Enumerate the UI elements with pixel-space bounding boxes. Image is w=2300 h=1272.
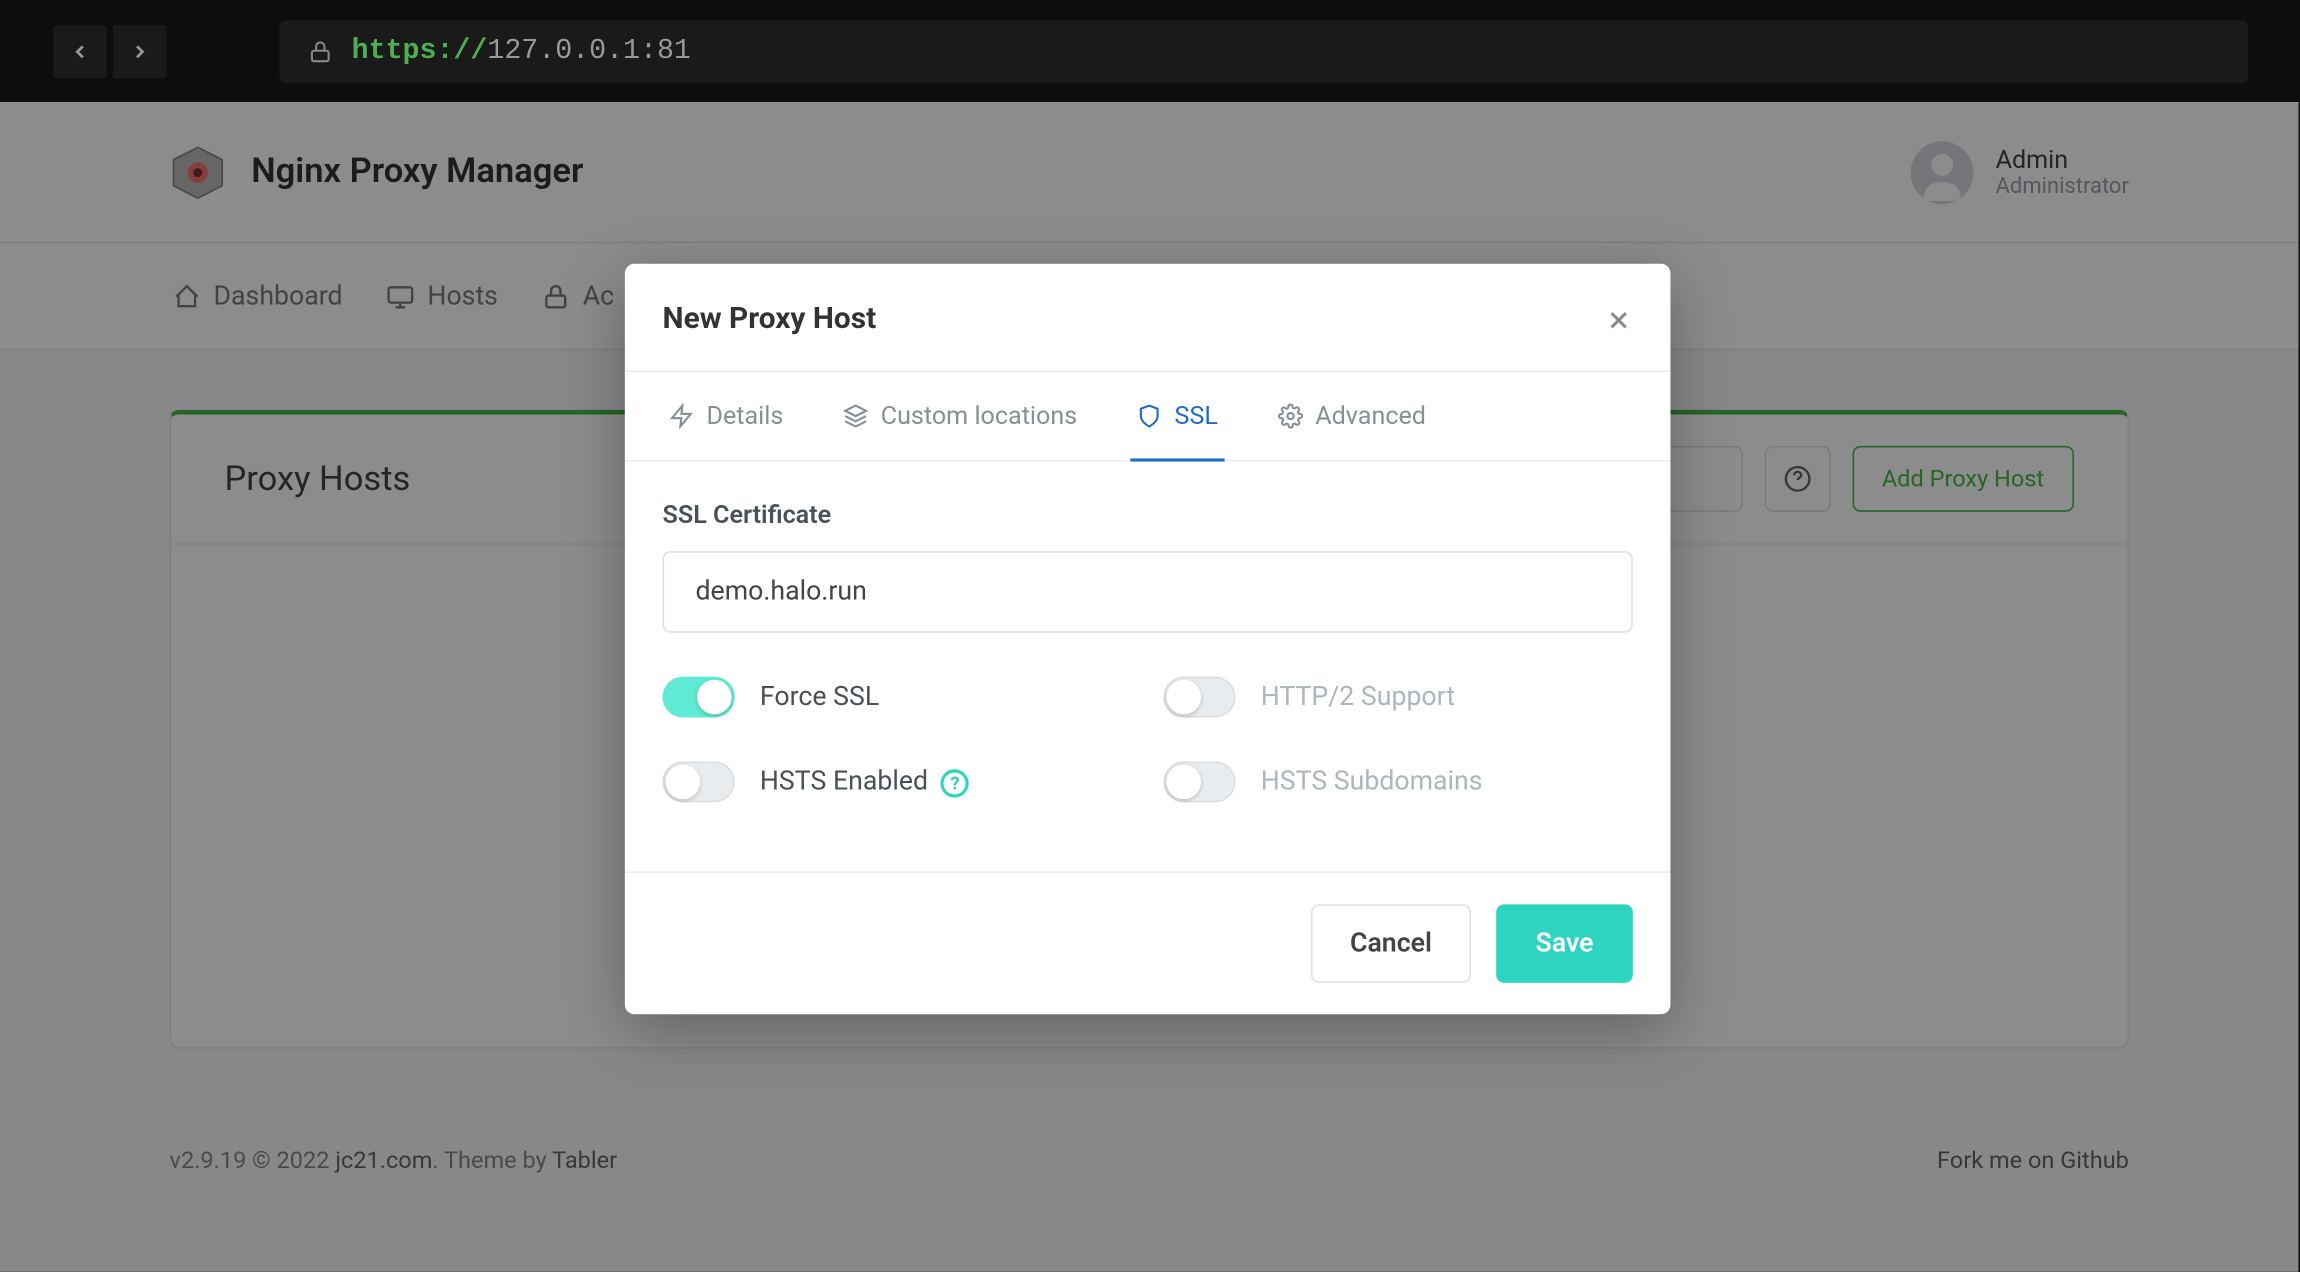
new-proxy-host-modal: New Proxy Host Details Custom locations	[625, 264, 1671, 1014]
ssl-cert-label: SSL Certificate	[663, 499, 1633, 529]
hsts-help-icon[interactable]: ?	[941, 769, 969, 797]
force-ssl-toggle[interactable]	[663, 677, 735, 718]
cancel-label: Cancel	[1350, 928, 1432, 959]
cancel-button[interactable]: Cancel	[1311, 904, 1471, 983]
http2-label: HTTP/2 Support	[1261, 681, 1455, 712]
tab-custom-locations[interactable]: Custom locations	[837, 372, 1084, 461]
save-label: Save	[1536, 928, 1594, 959]
hsts-sub-label: HSTS Subdomains	[1261, 766, 1483, 797]
hsts-label: HSTS Enabled ?	[760, 766, 969, 797]
ssl-cert-value: demo.halo.run	[696, 576, 867, 607]
url-host: 127.0.0.1:81	[487, 35, 691, 66]
address-bar[interactable]: https://127.0.0.1:81	[279, 20, 2248, 83]
save-button[interactable]: Save	[1496, 904, 1633, 983]
ssl-cert-select[interactable]: demo.halo.run	[663, 551, 1633, 633]
tab-ssl-label: SSL	[1175, 400, 1218, 430]
zap-icon	[669, 403, 694, 428]
hsts-sub-toggle[interactable]	[1163, 761, 1235, 802]
back-button[interactable]	[53, 24, 106, 77]
gear-icon	[1278, 403, 1303, 428]
layers-icon	[843, 403, 868, 428]
close-icon	[1605, 306, 1633, 334]
url-scheme: https://	[352, 35, 488, 66]
tab-advanced[interactable]: Advanced	[1271, 372, 1432, 461]
tab-details-label: Details	[707, 400, 784, 430]
forward-button[interactable]	[113, 24, 166, 77]
modal-tabs: Details Custom locations SSL Advanced	[625, 372, 1671, 461]
tab-advanced-label: Advanced	[1315, 400, 1426, 430]
modal-title: New Proxy Host	[663, 299, 877, 335]
tab-ssl[interactable]: SSL	[1131, 372, 1225, 461]
tab-custom-label: Custom locations	[881, 400, 1077, 430]
shield-icon	[1137, 403, 1162, 428]
force-ssl-label: Force SSL	[760, 681, 879, 712]
tab-details[interactable]: Details	[663, 372, 790, 461]
hsts-toggle[interactable]	[663, 761, 735, 802]
http2-toggle[interactable]	[1163, 677, 1235, 718]
browser-bar: https://127.0.0.1:81	[0, 0, 2298, 102]
lock-icon	[308, 38, 333, 63]
close-button[interactable]	[1605, 298, 1633, 336]
